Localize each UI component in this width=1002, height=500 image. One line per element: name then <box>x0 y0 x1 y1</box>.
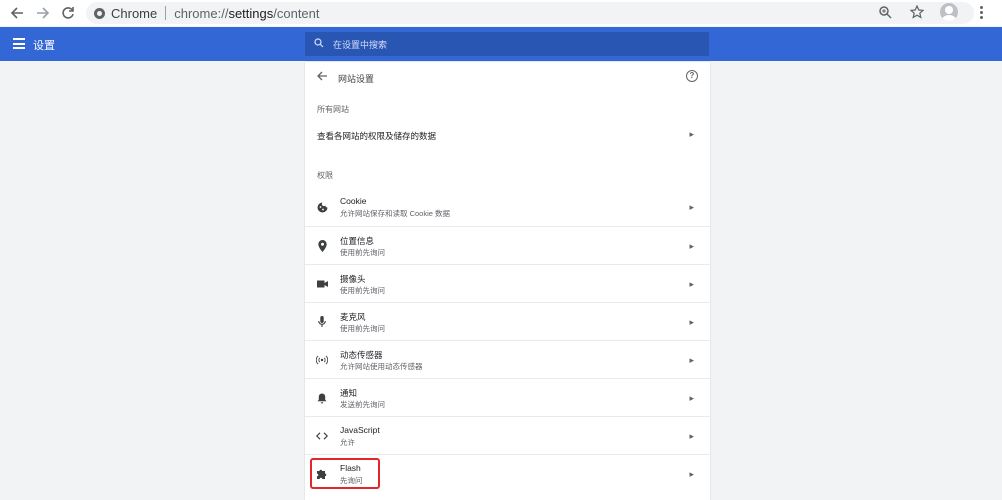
chrome-icon <box>94 7 105 19</box>
reload-icon[interactable] <box>56 1 80 25</box>
permission-subtitle: 使用前先询问 <box>340 286 385 295</box>
search-input[interactable]: 在设置中搜索 <box>333 38 693 51</box>
omnibox-separator <box>165 6 167 20</box>
camera-icon <box>316 278 328 290</box>
permission-subtitle: 发送前先询问 <box>340 400 385 409</box>
code-icon <box>316 430 328 442</box>
permission-row-camera[interactable]: 摄像头 使用前先询问 ▸ <box>305 264 710 302</box>
zoom-icon[interactable] <box>876 3 894 21</box>
permission-subtitle: 使用前先询问 <box>340 324 385 333</box>
permission-subtitle: 使用前先询问 <box>340 248 385 257</box>
permission-title: JavaScript <box>340 425 380 435</box>
page-title: 设置 <box>33 40 55 52</box>
url-scheme: chrome:// <box>174 5 229 21</box>
permission-row-cookie[interactable]: Cookie 允许网站保存和读取 Cookie 数据 ▸ <box>305 188 710 226</box>
search-icon <box>314 38 324 48</box>
settings-search-box[interactable]: 在设置中搜索 <box>305 32 709 56</box>
settings-header: 设置 在设置中搜索 <box>0 27 1002 61</box>
site-chip-label: Chrome <box>111 5 158 21</box>
permission-title: 位置信息 <box>340 236 375 246</box>
bookmark-star-icon[interactable] <box>908 3 926 21</box>
site-chip[interactable]: Chrome <box>94 6 157 21</box>
url-host: settings <box>228 5 274 21</box>
permission-subtitle: 允许网站使用动态传感器 <box>340 362 423 371</box>
permission-title: 麦克风 <box>340 312 366 322</box>
chevron-right-icon: ▸ <box>689 129 694 139</box>
permission-subtitle: 先询问 <box>340 476 363 485</box>
permission-row-notifications[interactable]: 通知 发送前先询问 ▸ <box>305 378 710 416</box>
permission-title: 通知 <box>340 388 358 398</box>
permission-row-javascript[interactable]: JavaScript 允许 ▸ <box>305 416 710 454</box>
permissions-section-label: 权限 <box>317 171 333 180</box>
all-sites-section-label: 所有网站 <box>317 105 349 114</box>
back-icon[interactable] <box>316 70 328 82</box>
site-settings-card: 网站设置 ? 所有网站 查看各网站的权限及储存的数据 ▸ 权限 Cookie 允… <box>305 62 710 500</box>
cookie-icon <box>316 201 328 213</box>
permission-title: 摄像头 <box>340 274 366 284</box>
permission-row-motion-sensors[interactable]: 动态传感器 允许网站使用动态传感器 ▸ <box>305 340 710 378</box>
help-icon[interactable]: ? <box>686 70 698 82</box>
omnibox[interactable]: Chrome chrome://settings/content <box>86 2 974 24</box>
permission-row-flash[interactable]: Flash 先询问 ▸ <box>305 454 710 492</box>
menu-dots-icon[interactable] <box>972 3 990 21</box>
bell-icon <box>316 392 328 404</box>
forward-arrow-icon[interactable] <box>31 1 55 25</box>
chevron-right-icon: ▸ <box>689 355 694 365</box>
chevron-right-icon: ▸ <box>689 202 694 212</box>
all-sites-row-label: 查看各网站的权限及储存的数据 <box>317 131 437 141</box>
all-sites-row[interactable]: 查看各网站的权限及储存的数据 ▸ <box>305 120 710 150</box>
chevron-right-icon: ▸ <box>689 393 694 403</box>
sensor-icon <box>316 354 328 366</box>
puzzle-icon <box>316 468 328 480</box>
permission-title: 动态传感器 <box>340 350 383 360</box>
chevron-right-icon: ▸ <box>689 241 694 251</box>
permission-title: Flash <box>340 463 361 473</box>
permission-subtitle: 允许 <box>340 438 355 447</box>
location-icon <box>316 240 328 252</box>
chevron-right-icon: ▸ <box>689 279 694 289</box>
url-path: /content <box>273 5 320 21</box>
hamburger-menu-icon[interactable] <box>13 38 25 49</box>
permission-subtitle: 允许网站保存和读取 Cookie 数据 <box>340 209 451 218</box>
card-header: 网站设置 ? <box>305 62 710 90</box>
permission-row-location[interactable]: 位置信息 使用前先询问 ▸ <box>305 226 710 264</box>
microphone-icon <box>316 316 328 328</box>
chevron-right-icon: ▸ <box>689 431 694 441</box>
browser-toolbar: Chrome chrome://settings/content <box>0 0 1002 26</box>
back-arrow-icon[interactable] <box>5 1 29 25</box>
profile-avatar[interactable] <box>940 3 958 21</box>
chevron-right-icon: ▸ <box>689 469 694 479</box>
chevron-right-icon: ▸ <box>689 317 694 327</box>
permission-row-microphone[interactable]: 麦克风 使用前先询问 ▸ <box>305 302 710 340</box>
card-title: 网站设置 <box>338 74 375 84</box>
permission-title: Cookie <box>340 196 367 206</box>
